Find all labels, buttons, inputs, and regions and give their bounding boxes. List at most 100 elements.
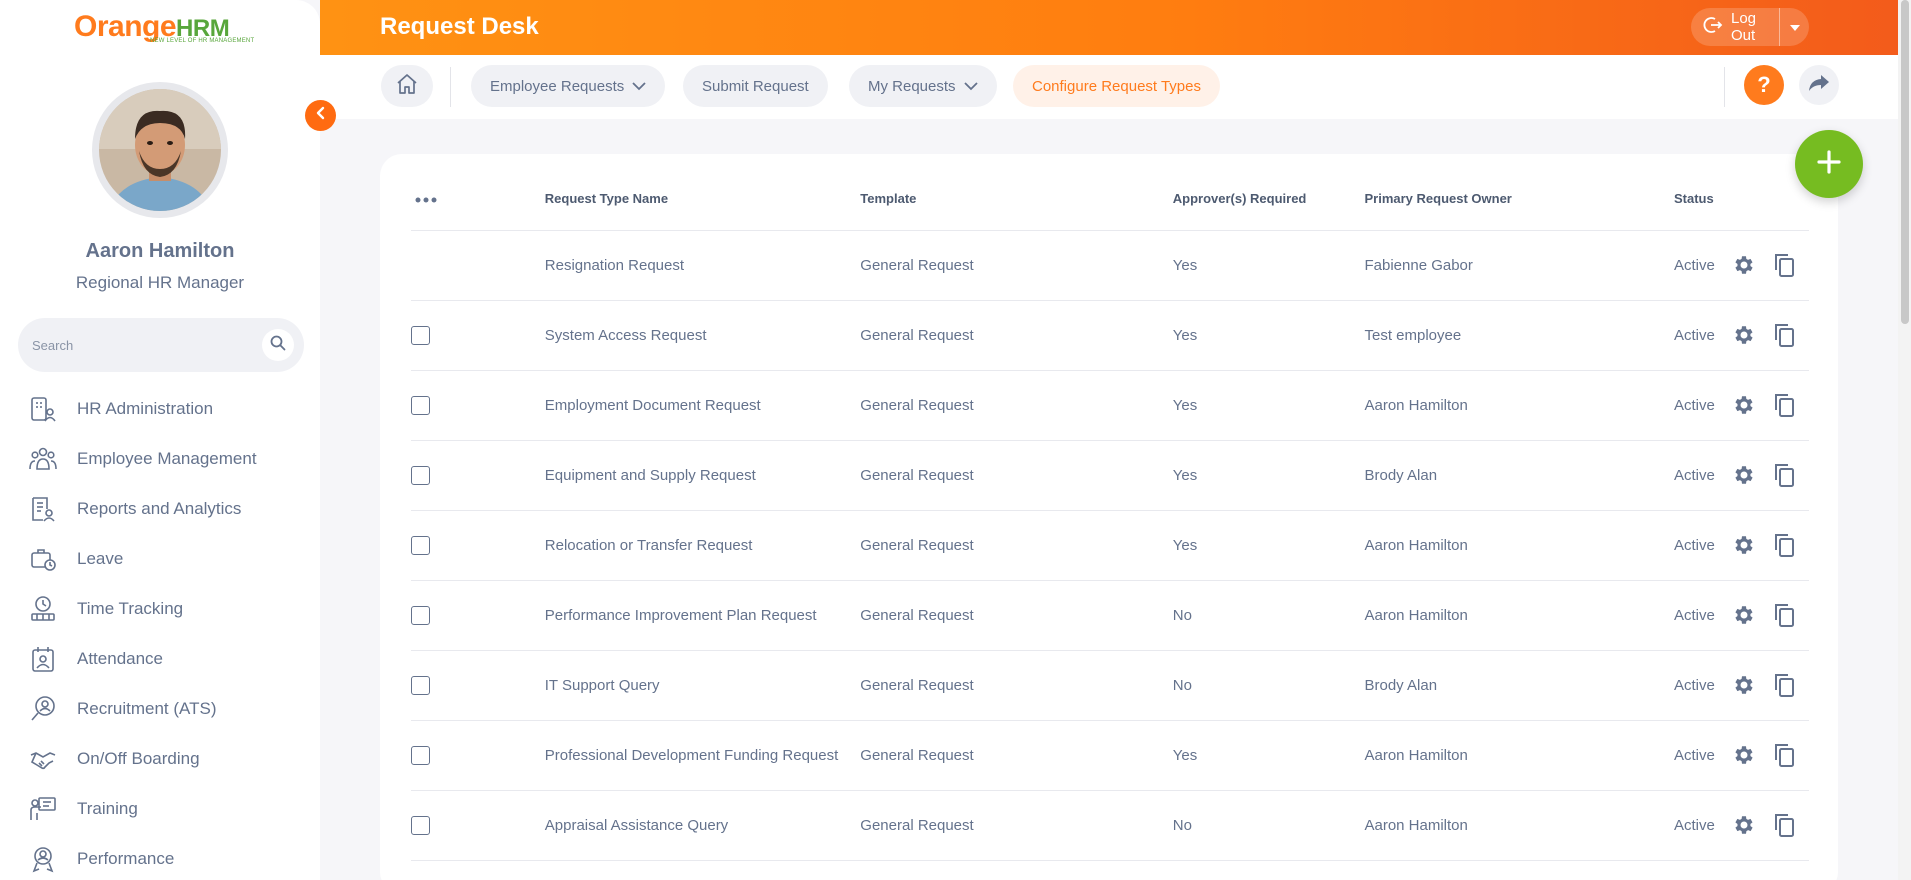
gear-icon[interactable] (1729, 320, 1759, 350)
gear-icon[interactable] (1729, 460, 1759, 490)
more-horizontal-icon[interactable] (411, 191, 437, 206)
sidebar-item-onboarding[interactable]: On/Off Boarding (0, 734, 320, 784)
search-input[interactable] (32, 318, 252, 372)
row-select-cell (411, 580, 545, 651)
reports-icon (28, 494, 58, 524)
row-select-cell (411, 720, 545, 791)
gear-icon[interactable] (1729, 670, 1759, 700)
copy-icon[interactable] (1769, 530, 1799, 560)
gear-icon[interactable] (1729, 530, 1759, 560)
column-header-owner[interactable]: Primary Request Owner (1364, 168, 1674, 231)
table-row[interactable]: Professional Development Funding Request… (411, 720, 1809, 791)
status-cell: Active (1674, 790, 1809, 861)
copy-icon[interactable] (1769, 460, 1799, 490)
row-checkbox[interactable] (411, 325, 430, 345)
tab-submit-request[interactable]: Submit Request (683, 65, 828, 107)
row-checkbox[interactable] (411, 605, 430, 625)
copy-icon[interactable] (1769, 390, 1799, 420)
approver-required-cell: Yes (1172, 230, 1365, 301)
avatar[interactable] (92, 82, 228, 218)
table-row[interactable]: Performance Improvement Plan Request Gene… (411, 580, 1809, 651)
row-checkbox[interactable] (411, 745, 430, 765)
sidebar-item-reports-and-analytics[interactable]: Reports and Analytics (0, 484, 320, 534)
sidebar-item-label: Recruitment (ATS) (77, 699, 217, 718)
copy-icon[interactable] (1769, 320, 1799, 350)
copy-icon[interactable] (1769, 670, 1799, 700)
copy-icon[interactable] (1769, 810, 1799, 840)
status-cell: Active (1674, 300, 1809, 371)
table-row[interactable]: Equipment and Supply Request General Requ… (411, 440, 1809, 511)
gear-icon[interactable] (1729, 810, 1759, 840)
table-row[interactable]: Resignation Request General Request Yes Fab… (411, 230, 1809, 301)
row-checkbox[interactable] (411, 815, 430, 835)
tab-my-requests[interactable]: My Requests (849, 65, 997, 107)
help-button[interactable]: ? (1744, 65, 1784, 105)
copy-icon[interactable] (1769, 250, 1799, 280)
sidebar-item-time-tracking[interactable]: Time Tracking (0, 584, 320, 634)
page-title: Request Desk (380, 13, 539, 40)
gear-icon[interactable] (1729, 390, 1759, 420)
row-checkbox[interactable] (411, 395, 430, 415)
sidebar-collapse-button[interactable] (305, 100, 336, 131)
add-request-type-button[interactable] (1795, 130, 1863, 198)
home-button[interactable] (381, 65, 433, 107)
sidebar-item-performance[interactable]: Performance (0, 834, 320, 880)
leave-icon (28, 544, 58, 574)
column-header-status[interactable]: Status (1674, 168, 1809, 231)
copy-icon[interactable] (1769, 600, 1799, 630)
gear-icon[interactable] (1729, 600, 1759, 630)
logout-dropdown-button[interactable] (1780, 8, 1809, 46)
primary-owner-cell: Aaron Hamilton (1364, 720, 1674, 791)
status-cell: Active (1674, 580, 1809, 651)
search-icon (270, 335, 286, 356)
tab-label: Employee Requests (490, 77, 625, 95)
sidebar-item-label: Reports and Analytics (77, 499, 242, 518)
home-icon (395, 72, 419, 101)
sidebar-item-employee-management[interactable]: Employee Management (0, 434, 320, 484)
sidebar-item-label: Attendance (77, 649, 164, 668)
top-header: Request Desk Log Out (320, 0, 1900, 55)
column-header-name[interactable]: Request Type Name (544, 168, 861, 231)
share-button[interactable] (1799, 65, 1839, 105)
row-checkbox[interactable] (411, 675, 430, 695)
approver-required-cell: No (1172, 650, 1365, 721)
sidebar-menu: HR Administration Employee Management Re… (0, 384, 320, 880)
request-type-name: System Access Request (544, 300, 861, 371)
sidebar-item-attendance[interactable]: Attendance (0, 634, 320, 684)
table-row[interactable]: Relocation or Transfer Request General Re… (411, 510, 1809, 581)
approver-required-cell: Yes (1172, 510, 1365, 581)
table-row[interactable]: System Access Request General Request Yes T… (411, 300, 1809, 371)
recruitment-icon (28, 694, 58, 724)
approver-required-cell: Yes (1172, 720, 1365, 791)
table-row[interactable]: Employment Document Request General Reque… (411, 370, 1809, 441)
template-cell: General Request (860, 300, 1173, 371)
logout-button[interactable]: Log Out (1691, 8, 1779, 46)
primary-owner-cell: Test employee (1364, 300, 1674, 371)
tab-configure-request-types[interactable]: Configure Request Types (1013, 65, 1220, 107)
primary-owner-cell: Brody Alan (1364, 440, 1674, 511)
sidebar-item-label: Performance (77, 849, 175, 868)
row-checkbox[interactable] (411, 535, 430, 555)
template-cell: General Request (860, 440, 1173, 511)
search-button[interactable] (262, 329, 294, 361)
sidebar-item-training[interactable]: Training (0, 784, 320, 834)
sidebar-item-hr-administration[interactable]: HR Administration (0, 384, 320, 434)
table-body: Resignation Request General Request Yes Fab… (411, 230, 1809, 861)
sidebar-item-recruitment[interactable]: Recruitment (ATS) (0, 684, 320, 734)
sidebar-item-leave[interactable]: Leave (0, 534, 320, 584)
gear-icon[interactable] (1729, 740, 1759, 770)
primary-owner-cell: Aaron Hamilton (1364, 790, 1674, 861)
primary-owner-cell: Fabienne Gabor (1364, 230, 1674, 301)
table-row[interactable]: IT Support Query General Request No Brody A… (411, 650, 1809, 721)
table-row[interactable]: Appraisal Assistance Query General Reques… (411, 790, 1809, 861)
row-checkbox[interactable] (411, 465, 430, 485)
column-header-approver[interactable]: Approver(s) Required (1172, 168, 1365, 231)
scrollbar-thumb[interactable] (1901, 0, 1909, 324)
approver-required-cell: No (1172, 580, 1365, 651)
page-scrollbar[interactable] (1898, 0, 1911, 880)
column-header-template[interactable]: Template (860, 168, 1173, 231)
tab-employee-requests[interactable]: Employee Requests (471, 65, 666, 107)
copy-icon[interactable] (1769, 740, 1799, 770)
attendance-icon (28, 644, 58, 674)
gear-icon[interactable] (1729, 250, 1759, 280)
